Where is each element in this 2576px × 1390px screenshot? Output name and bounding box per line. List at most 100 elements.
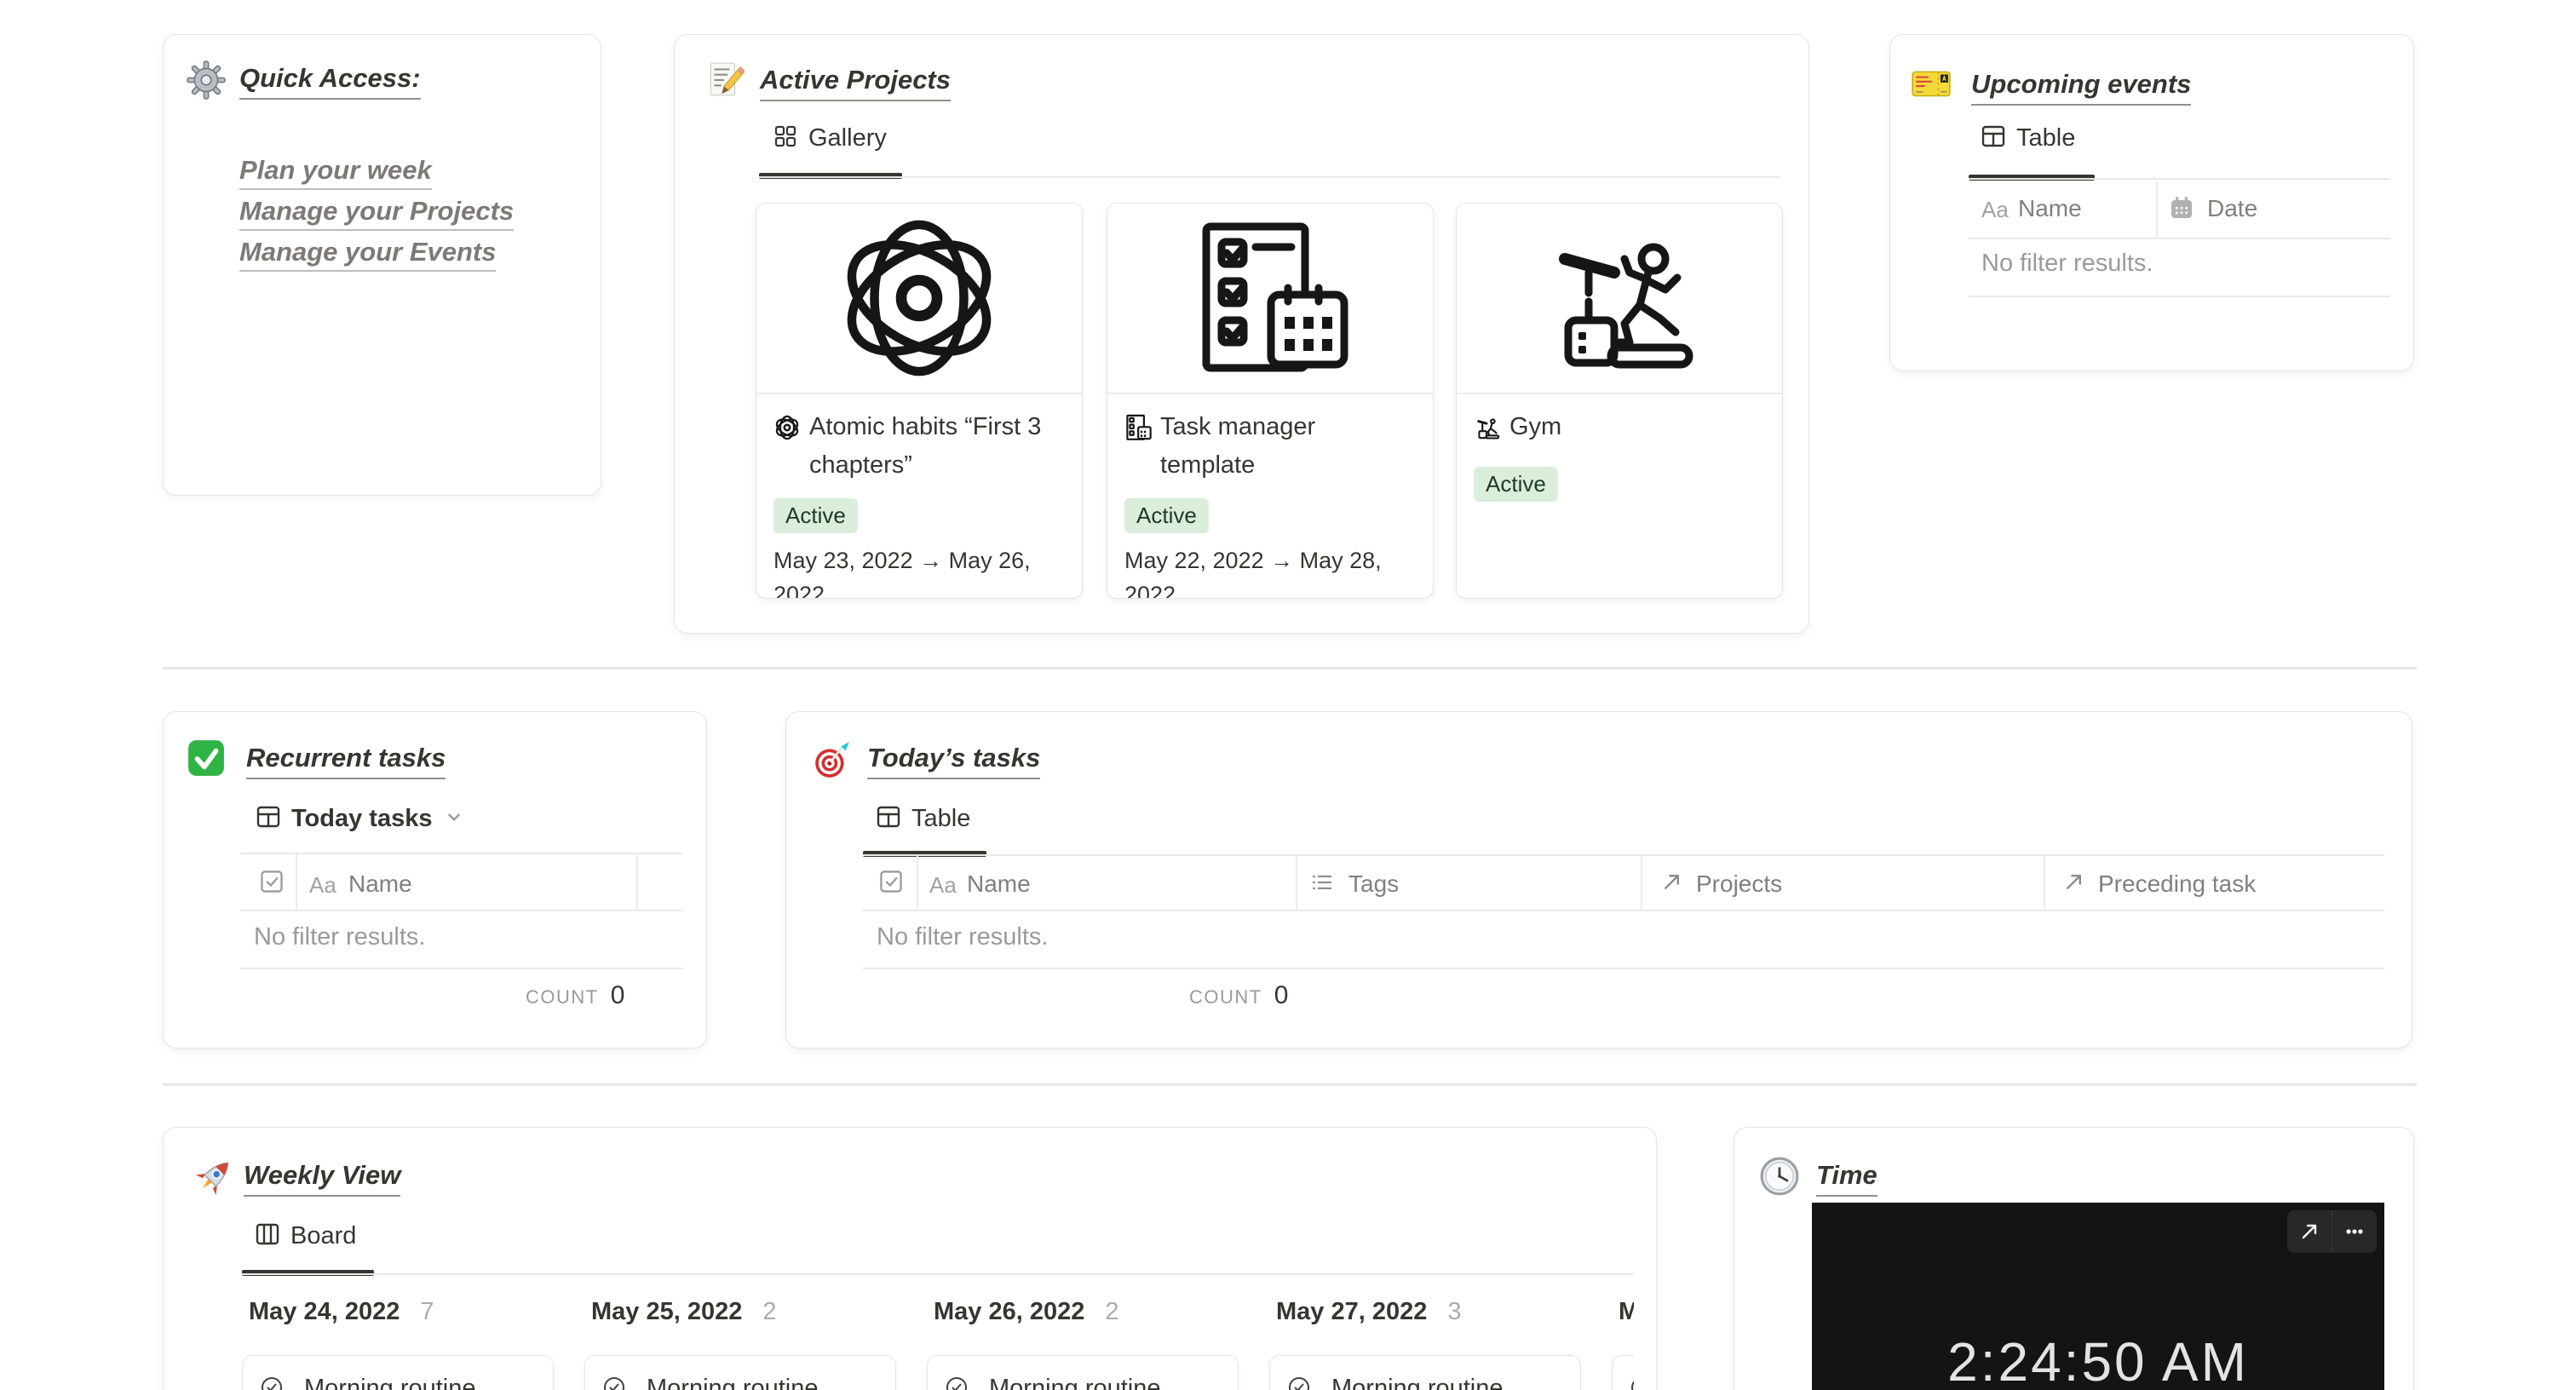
project-card-atomic-habits[interactable]: Atomic habits “First 3 chapters” Active … xyxy=(756,203,1083,599)
quick-access-card: Quick Access: Plan your week Manage your… xyxy=(163,34,601,496)
relation-arrow-icon xyxy=(2062,870,2085,898)
relation-arrow-icon xyxy=(1660,870,1683,898)
view-selector-today-tasks[interactable]: Today tasks xyxy=(256,804,463,834)
board-column-date: May 28, 2022 xyxy=(1619,1298,1634,1325)
board-scroll-area[interactable]: May 24, 2022 7 Morning routine May 25, 20… xyxy=(242,1294,1634,1390)
tab-table-label: Table xyxy=(911,805,971,832)
count-control[interactable]: COUNT 0 xyxy=(526,981,624,1010)
column-header-tags[interactable]: Tags xyxy=(1348,870,1399,898)
link-manage-your-events[interactable]: Manage your Events xyxy=(239,237,497,272)
column-separator xyxy=(296,854,297,910)
column-separator xyxy=(636,854,638,910)
project-cover-atom xyxy=(756,204,1082,394)
project-cover-treadmill xyxy=(1457,204,1782,394)
task-card-morning-routine[interactable]: Morning routine xyxy=(927,1355,1239,1390)
task-card-label: Morning routine xyxy=(1331,1375,1504,1390)
active-projects-card: Active Projects Gallery Atomic habits “F… xyxy=(674,34,1809,634)
project-title: Atomic habits “First 3 chapters” xyxy=(809,413,1042,479)
board-column-date: May 26, 2022 xyxy=(934,1298,1085,1325)
project-card-task-manager[interactable]: Task manager template Active May 22, 202… xyxy=(1107,203,1434,599)
tab-gallery[interactable]: Gallery xyxy=(773,123,887,153)
status-badge: Active xyxy=(1474,467,1558,502)
todays-tasks-card: Today’s tasks Table Aa Name Tags Project… xyxy=(785,711,2412,1048)
column-separator xyxy=(2156,181,2158,238)
empty-results-text: No filter results. xyxy=(1981,250,2153,277)
tab-divider-line xyxy=(759,176,1781,178)
project-cover-task-list xyxy=(1107,204,1433,394)
task-card-morning-routine[interactable]: Morning routine xyxy=(242,1355,554,1390)
tab-board[interactable]: Board xyxy=(255,1221,356,1251)
tab-divider-line xyxy=(1969,178,2390,180)
more-options-button[interactable] xyxy=(2332,1210,2377,1253)
tab-board-label: Board xyxy=(290,1222,357,1249)
quick-access-title: Quick Access: xyxy=(239,63,421,100)
tab-divider-line xyxy=(242,1273,1634,1275)
text-property-icon: Aa xyxy=(929,872,957,898)
task-card-label: Morning routine xyxy=(304,1375,476,1390)
tab-table[interactable]: Table xyxy=(876,804,970,834)
open-arrow-icon xyxy=(2302,1224,2317,1239)
column-header-date[interactable]: Date xyxy=(2207,195,2257,222)
row-bottom-border xyxy=(863,968,2384,969)
empty-results-text: No filter results. xyxy=(254,923,426,951)
calendar-icon xyxy=(2169,195,2194,225)
time-card: Time 2:24:50 AM xyxy=(1734,1127,2414,1390)
tickets-icon xyxy=(1911,67,1952,107)
header-bottom-border xyxy=(240,910,683,911)
task-card-label: Morning routine xyxy=(989,1375,1161,1390)
column-header-name[interactable]: Name xyxy=(967,870,1031,898)
link-manage-your-projects[interactable]: Manage your Projects xyxy=(239,196,515,231)
dart-target-icon xyxy=(812,740,853,785)
tab-table[interactable]: Table xyxy=(1981,123,2075,153)
header-bottom-border xyxy=(863,910,2384,911)
column-separator xyxy=(1296,856,1297,910)
row-bottom-border xyxy=(1969,296,2390,297)
project-card-gym[interactable]: Gym Active xyxy=(1456,203,1783,599)
recurrent-tasks-card: Recurrent tasks Today tasks Aa Name No f… xyxy=(163,711,707,1048)
open-in-new-button[interactable] xyxy=(2287,1210,2332,1253)
task-card-morning-routine[interactable]: Morning routine xyxy=(584,1355,896,1390)
count-control[interactable]: COUNT 0 xyxy=(1189,981,1288,1010)
empty-results-text: No filter results. xyxy=(877,923,1049,951)
board-column-date: May 27, 2022 xyxy=(1276,1298,1428,1325)
multi-select-icon xyxy=(1310,870,1334,899)
text-property-icon: Aa xyxy=(1981,197,2009,222)
header-bottom-border xyxy=(1969,238,2390,239)
column-header-projects[interactable]: Projects xyxy=(1696,870,1782,898)
checkbox-icon xyxy=(878,869,904,899)
column-header-name[interactable]: Name xyxy=(2018,195,2082,222)
task-card-morning-routine[interactable]: Morning routine xyxy=(1269,1355,1581,1390)
board-column-date: May 25, 2022 xyxy=(591,1298,743,1325)
column-header-name[interactable]: Name xyxy=(348,870,412,898)
board-column-count: 2 xyxy=(762,1298,777,1325)
memo-icon xyxy=(705,60,746,104)
embed-toolbar xyxy=(2287,1210,2377,1253)
recurrent-tasks-title: Recurrent tasks xyxy=(246,743,446,779)
notion-dashboard: Quick Access: Plan your week Manage your… xyxy=(0,0,2576,1390)
count-label: COUNT xyxy=(526,986,599,1008)
row-bottom-border xyxy=(240,968,683,969)
column-header-preceding-task[interactable]: Preceding task xyxy=(2098,870,2256,898)
morning-clock-cup-icon xyxy=(601,1375,635,1390)
table-icon xyxy=(256,804,281,834)
link-plan-your-week[interactable]: Plan your week xyxy=(239,155,432,190)
tab-gallery-label: Gallery xyxy=(808,124,887,152)
board-column-date: May 24, 2022 xyxy=(249,1298,400,1325)
column-separator xyxy=(1641,856,1642,910)
ellipsis-icon xyxy=(2346,1229,2363,1234)
weekly-view-card: Weekly View Board May 24, 2022 7 Morning … xyxy=(163,1127,1657,1390)
board-column-count: 7 xyxy=(420,1298,434,1325)
table-top-border xyxy=(240,853,683,854)
chevron-down-icon xyxy=(446,808,463,830)
count-value: 0 xyxy=(1274,981,1289,1009)
morning-clock-cup-icon xyxy=(1628,1375,1634,1390)
active-projects-title: Active Projects xyxy=(760,65,951,101)
tab-divider-line xyxy=(863,854,2384,856)
column-separator xyxy=(917,856,918,910)
time-title: Time xyxy=(1816,1160,1877,1197)
text-property-icon: Aa xyxy=(309,872,336,898)
treadmill-mini-icon xyxy=(1474,414,1501,453)
task-list-icon xyxy=(1202,222,1348,372)
task-card-morning-routine[interactable]: Morning routine xyxy=(1612,1355,1634,1390)
gallery-icon xyxy=(773,123,798,153)
